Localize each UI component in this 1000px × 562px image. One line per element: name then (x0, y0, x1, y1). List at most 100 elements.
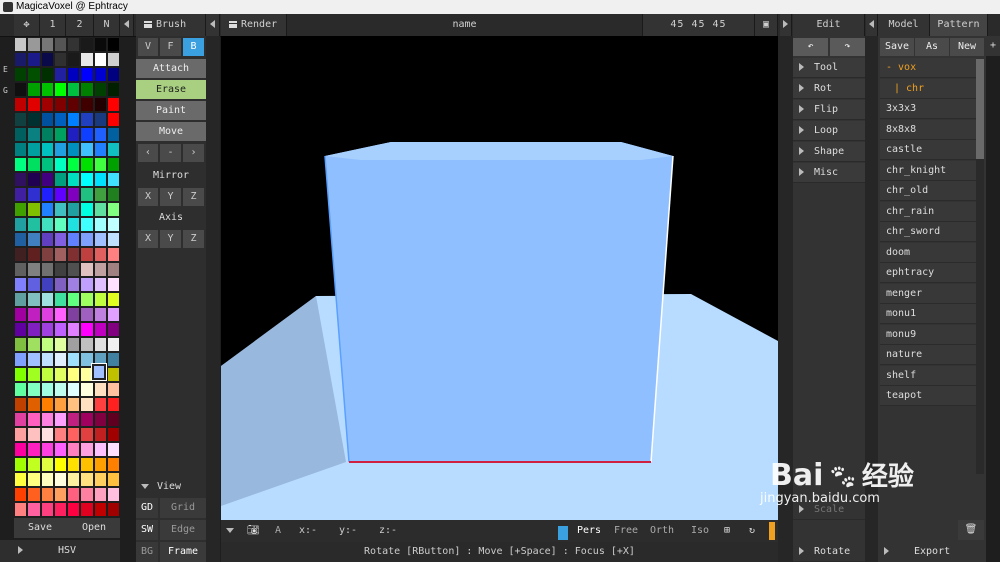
palette-swatch[interactable] (40, 247, 54, 262)
palette-swatch[interactable] (93, 277, 107, 292)
palette-swatch[interactable] (93, 172, 107, 187)
palette-swatch[interactable] (93, 262, 107, 277)
palette-swatch[interactable] (80, 442, 94, 457)
palette-swatch[interactable] (106, 427, 120, 442)
palette-swatch[interactable] (80, 457, 94, 472)
palette-open-button[interactable]: Open (68, 518, 120, 538)
palette-swatch[interactable] (106, 412, 120, 427)
collapse-edit-icon[interactable] (780, 14, 792, 36)
edit-menu-tool[interactable]: Tool (793, 58, 865, 78)
brush-mode-v[interactable]: V (138, 38, 158, 56)
palette-swatch[interactable] (27, 427, 41, 442)
palette-swatch[interactable] (106, 337, 120, 352)
palette-swatch[interactable] (106, 157, 120, 172)
palette-swatch[interactable] (40, 472, 54, 487)
collapse-files-icon[interactable] (866, 14, 878, 36)
edit-menu-rot[interactable]: Rot (793, 79, 865, 99)
palette-swatch[interactable] (93, 412, 107, 427)
palette-swatch[interactable] (27, 397, 41, 412)
palette-swatch[interactable] (40, 442, 54, 457)
collapse-left-icon[interactable] (120, 14, 134, 36)
palette-swatch[interactable] (80, 277, 94, 292)
palette-swatch[interactable] (14, 457, 28, 472)
palette-swatch[interactable] (67, 382, 81, 397)
palette-swatch[interactable] (14, 502, 28, 517)
palette-swatch[interactable] (67, 187, 81, 202)
palette-swatch[interactable] (53, 397, 67, 412)
palette-swatch[interactable] (106, 247, 120, 262)
palette-swatch[interactable] (67, 97, 81, 112)
scroll-thumb[interactable] (976, 59, 984, 159)
palette-swatch[interactable] (40, 292, 54, 307)
move-reset-button[interactable]: - (160, 144, 181, 162)
palette-swatch[interactable] (106, 52, 120, 67)
palette-swatch[interactable] (93, 442, 107, 457)
palette-swatch[interactable] (53, 232, 67, 247)
palette-swatch[interactable] (93, 487, 107, 502)
palette-swatch[interactable] (93, 187, 107, 202)
palette-swatch[interactable] (27, 247, 41, 262)
palette-swatch[interactable] (67, 502, 81, 517)
palette-swatch[interactable] (14, 127, 28, 142)
palette-swatch[interactable] (106, 67, 120, 82)
palette-swatch[interactable] (106, 82, 120, 97)
palette-swatch[interactable] (67, 67, 81, 82)
palette-swatch[interactable] (67, 217, 81, 232)
palette-tab-n[interactable]: N (94, 14, 120, 36)
model-name-field[interactable]: name (287, 14, 643, 36)
palette-move-icon[interactable]: ✥ (14, 14, 40, 36)
palette-swatch[interactable] (80, 337, 94, 352)
palette-swatch[interactable] (53, 97, 67, 112)
palette-swatch[interactable] (67, 322, 81, 337)
file-list-item[interactable]: - vox (880, 58, 976, 78)
palette-swatch[interactable] (67, 262, 81, 277)
palette-swatch[interactable] (14, 337, 28, 352)
palette-swatch[interactable] (80, 202, 94, 217)
edit-menu-rotate[interactable]: Rotate (793, 542, 865, 562)
file-list-item[interactable]: chr_rain (880, 201, 976, 222)
palette-swatch[interactable] (27, 442, 41, 457)
palette-swatch[interactable] (67, 472, 81, 487)
palette-swatch[interactable] (53, 337, 67, 352)
palette-swatch[interactable] (67, 367, 81, 382)
palette-swatch[interactable] (93, 52, 107, 67)
palette-swatch[interactable] (67, 172, 81, 187)
palette-swatch[interactable] (27, 382, 41, 397)
palette-swatch[interactable] (93, 67, 107, 82)
palette-swatch[interactable] (40, 487, 54, 502)
palette-swatch[interactable] (27, 322, 41, 337)
undo-icon[interactable]: ↶ (793, 38, 828, 56)
palette-swatch[interactable] (14, 157, 28, 172)
file-list-item[interactable]: 3x3x3 (880, 99, 976, 119)
palette-swatch[interactable] (106, 487, 120, 502)
palette-swatch[interactable] (14, 37, 28, 52)
palette-swatch[interactable] (80, 187, 94, 202)
palette-swatch[interactable] (27, 97, 41, 112)
view-frame-toggle[interactable]: Frame (160, 542, 206, 562)
palette-swatch[interactable] (93, 322, 107, 337)
palette-swatch[interactable] (40, 217, 54, 232)
palette-swatch[interactable] (14, 472, 28, 487)
palette-swatch[interactable] (40, 412, 54, 427)
axis-z[interactable]: Z (183, 230, 204, 248)
palette-swatch[interactable] (67, 487, 81, 502)
palette-swatch[interactable] (53, 262, 67, 277)
palette-swatch[interactable] (106, 262, 120, 277)
palette-swatch[interactable] (14, 187, 28, 202)
move-right-button[interactable]: › (183, 144, 204, 162)
palette-swatch[interactable] (106, 442, 120, 457)
palette-swatch[interactable] (93, 157, 107, 172)
palette-swatch[interactable] (80, 232, 94, 247)
palette-swatch[interactable] (106, 187, 120, 202)
palette-swatch[interactable] (67, 352, 81, 367)
palette-swatch[interactable] (67, 307, 81, 322)
palette-swatch[interactable] (40, 67, 54, 82)
view-key-bg[interactable]: BG (136, 542, 158, 562)
brush-erase-button[interactable]: Erase (136, 80, 206, 99)
palette-swatch[interactable] (14, 442, 28, 457)
palette-swatch[interactable] (27, 292, 41, 307)
palette-swatch[interactable] (40, 502, 54, 517)
palette-swatch[interactable] (14, 367, 28, 382)
render-menu[interactable]: Render (221, 14, 287, 36)
palette-swatch[interactable] (106, 142, 120, 157)
